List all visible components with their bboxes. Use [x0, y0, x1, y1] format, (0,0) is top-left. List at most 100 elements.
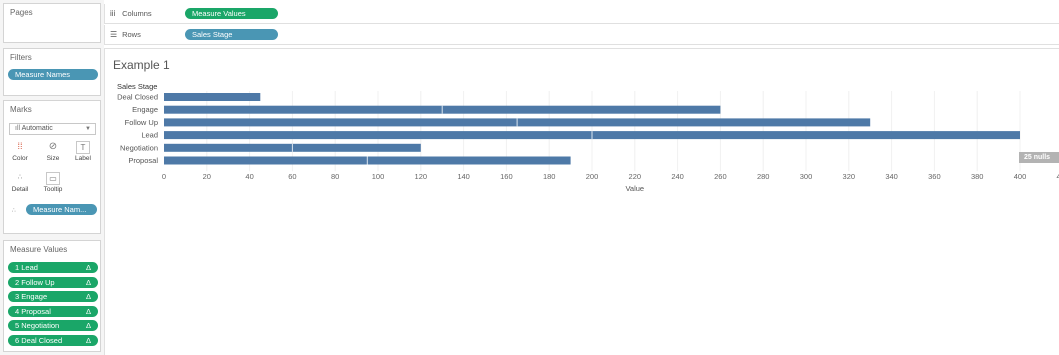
pill-label: 5 Negotiation	[15, 321, 60, 330]
bar-segment	[292, 143, 421, 152]
x-tick-label: 80	[331, 172, 339, 181]
pill-label: 3 Engage	[15, 292, 48, 301]
marks-measure-names-pill[interactable]: Measure Nam...	[26, 204, 97, 215]
delta-icon: Δ	[85, 292, 91, 301]
x-tick-label: 360	[928, 172, 941, 181]
x-tick-label: 340	[885, 172, 898, 181]
detail-button[interactable]: ∴ Detail	[7, 171, 33, 198]
mark-type-value: Automatic	[21, 125, 53, 132]
category-label: Deal Closed	[117, 93, 158, 102]
pill-label: 2 Follow Up	[15, 277, 55, 287]
pill-label: 1 Lead	[15, 263, 38, 272]
measure-values-title: Measure Values	[10, 245, 68, 254]
filters-title: Filters	[10, 53, 32, 62]
tooltip-button[interactable]: ▭ Tooltip	[40, 171, 66, 198]
x-tick-label: 0	[162, 172, 166, 181]
label-icon: T	[76, 141, 90, 154]
measure-values-card: Measure Values 1 Lead Δ 2 Follow Up Δ 3 En…	[3, 240, 101, 352]
x-tick-label: 40	[245, 172, 253, 181]
x-tick-label: 140	[457, 172, 470, 181]
x-tick-label: 280	[757, 172, 770, 181]
bar-segment	[442, 105, 721, 114]
x-tick-label: 260	[714, 172, 727, 181]
x-tick-label: 200	[586, 172, 599, 181]
left-panel: Pages Filters Measure Names Marks ıll Au…	[0, 0, 104, 355]
pill-label: 4 Proposal	[15, 306, 51, 316]
size-label: Size	[46, 155, 60, 162]
size-icon: ⊘	[48, 141, 58, 152]
chevron-down-icon: ▼	[85, 126, 91, 132]
rows-icon: ☰	[110, 30, 118, 39]
measure-value-pill[interactable]: 3 Engage Δ	[8, 291, 98, 302]
bar-segment	[164, 156, 368, 165]
delta-icon: Δ	[85, 321, 91, 330]
mark-type-dropdown[interactable]: ıll Automatic ▼	[9, 123, 96, 135]
x-tick-label: 60	[288, 172, 296, 181]
delta-icon: Δ	[85, 306, 91, 316]
color-icon: ⁞⁞	[17, 141, 23, 151]
label-button[interactable]: T Label	[70, 140, 96, 167]
marks-card: Marks ıll Automatic ▼ ⁞⁞ Color ⊘ Size T …	[3, 100, 101, 234]
detail-icon: ∴	[17, 174, 23, 181]
x-tick-label: 380	[971, 172, 984, 181]
columns-label: iii Columns	[110, 9, 152, 18]
pages-title: Pages	[10, 8, 33, 17]
bar-segment	[164, 131, 592, 140]
marks-title: Marks	[10, 105, 32, 114]
bar-segment	[367, 156, 571, 165]
columns-measure-values-pill[interactable]: Measure Values	[185, 8, 278, 19]
bar-segment	[164, 105, 443, 114]
rows-label-text: Rows	[122, 30, 141, 39]
measure-value-pill[interactable]: 6 Deal Closed Δ	[8, 334, 98, 346]
tooltip-label: Tooltip	[43, 186, 63, 193]
columns-icon: iii	[110, 9, 116, 18]
x-tick-label: 180	[543, 172, 556, 181]
columns-shelf[interactable]: iii Columns Measure Values	[104, 4, 1059, 24]
rows-label: ☰ Rows	[110, 30, 141, 39]
x-tick-label: 20	[203, 172, 211, 181]
category-label: Engage	[132, 105, 158, 114]
color-label: Color	[12, 155, 28, 162]
size-button[interactable]: ⊘ Size	[40, 140, 66, 167]
view-area: Example 1 Sales Stage Deal Closed Engage Fo…	[104, 48, 1059, 355]
bar-segment	[164, 93, 261, 101]
detail-label: Detail	[11, 186, 29, 193]
bar-segment	[164, 118, 518, 127]
rows-sales-stage-pill[interactable]: Sales Stage	[185, 29, 278, 40]
measure-value-pill[interactable]: 5 Negotiation Δ	[8, 320, 98, 331]
measure-value-pill[interactable]: 4 Proposal Δ	[8, 305, 98, 317]
x-tick-label: 240	[671, 172, 684, 181]
x-axis-title: Value	[625, 184, 644, 193]
category-label: Proposal	[128, 156, 158, 165]
filters-card[interactable]: Filters Measure Names	[3, 48, 101, 96]
x-tick-label: 160	[500, 172, 513, 181]
x-tick-label: 120	[415, 172, 428, 181]
category-label: Negotiation	[120, 143, 158, 152]
measure-value-pill[interactable]: 2 Follow Up Δ	[8, 276, 98, 288]
rows-shelf[interactable]: ☰ Rows Sales Stage	[104, 25, 1059, 45]
row-header: Sales Stage	[117, 82, 157, 91]
category-label: Follow Up	[125, 118, 158, 127]
label-label: Label	[75, 155, 91, 162]
measure-value-pill[interactable]: 1 Lead Δ	[8, 262, 98, 273]
category-label: Lead	[141, 131, 158, 140]
x-tick-label: 300	[800, 172, 813, 181]
color-button[interactable]: ⁞⁞ Color	[7, 140, 33, 167]
filter-measure-names-pill[interactable]: Measure Names	[8, 69, 98, 80]
x-tick-label: 100	[372, 172, 385, 181]
x-tick-label: 320	[843, 172, 856, 181]
delta-icon: Δ	[85, 277, 91, 287]
bar-segment	[517, 118, 871, 127]
bar-chart: Sales Stage Deal Closed Engage Follow Up Lea…	[117, 82, 1059, 193]
nulls-indicator[interactable]: 25 nulls	[1019, 152, 1059, 163]
bar-chart-icon: ıll	[15, 125, 22, 132]
delta-icon: Δ	[85, 335, 91, 345]
bar-segment	[164, 143, 293, 152]
delta-icon: Δ	[85, 263, 91, 272]
columns-label-text: Columns	[122, 9, 152, 18]
tooltip-icon: ▭	[46, 172, 60, 185]
x-tick-label: 220	[629, 172, 642, 181]
pages-card[interactable]: Pages	[3, 3, 101, 43]
bar-segment	[592, 131, 1020, 140]
x-tick-label: 400	[1014, 172, 1027, 181]
